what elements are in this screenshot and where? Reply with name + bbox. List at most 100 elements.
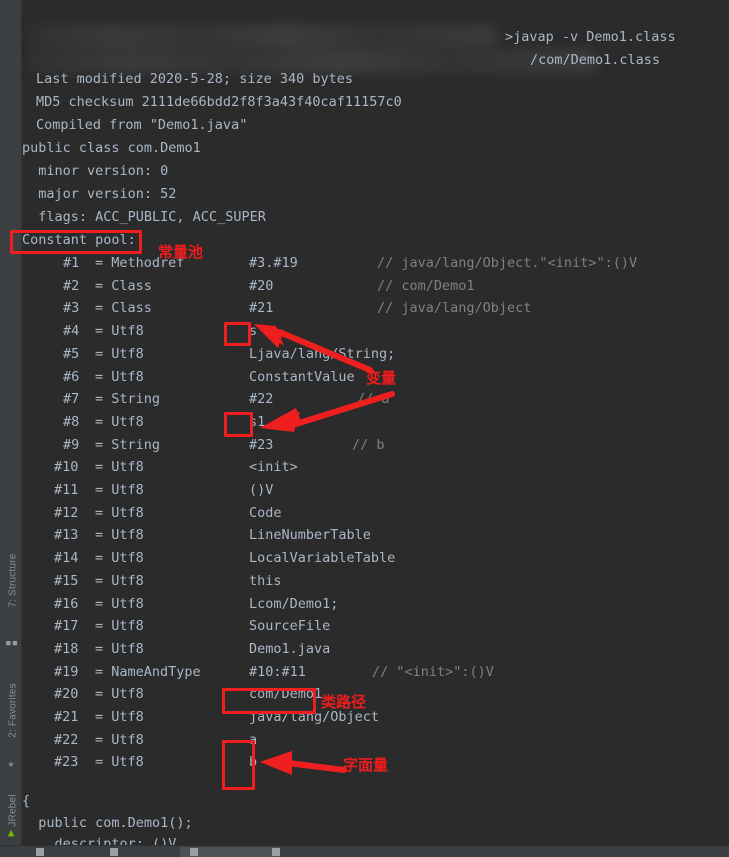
cp-index: #19 [54, 663, 79, 680]
cp-comment: // a [357, 391, 390, 408]
cp-value: #22 [249, 391, 274, 408]
header-constant-pool: Constant pool: [22, 232, 136, 248]
annotation-label-constant-pool: 常量池 [158, 243, 204, 261]
cp-index: #20 [54, 686, 79, 703]
cp-tag: = Utf8 [95, 482, 144, 498]
annotation-label-literal: 字面量 [343, 756, 389, 774]
cp-value: #23 [249, 436, 274, 453]
cp-tag: = Utf8 [95, 572, 144, 589]
cp-index: #17 [54, 618, 79, 635]
cp-tag: = Utf8 [95, 731, 144, 748]
cp-comment: // "<init>":()V [372, 663, 494, 680]
header-minor-version: minor version: 0 [22, 163, 169, 179]
cp-value: ConstantValue [249, 368, 355, 385]
sidebar-item-structure[interactable]: 7: Structure [8, 544, 19, 618]
cp-comment: // java/lang/Object [377, 300, 532, 317]
cp-index: #8 [63, 413, 80, 430]
status-bar [0, 845, 729, 857]
cp-tag: = Utf8 [95, 459, 144, 476]
header-class-decl: public class com.Demo1 [22, 140, 201, 156]
cp-value: Code [249, 504, 282, 521]
cp-tag: = Utf8 [95, 550, 144, 567]
cp-value: #20 [249, 277, 274, 294]
cp-tag: = Utf8 [95, 368, 144, 385]
header-flags: flags: ACC_PUBLIC, ACC_SUPER [22, 209, 266, 225]
cp-comment: // com/Demo1 [377, 277, 475, 294]
cp-tag: = Utf8 [95, 640, 144, 657]
cp-index: #2 [63, 277, 80, 294]
cp-index: #7 [63, 391, 80, 408]
cp-value: Lcom/Demo1; [249, 595, 339, 612]
footer-constructor: public com.Demo1(); [22, 815, 193, 831]
footer-descriptor: descriptor: ()V [22, 836, 177, 845]
footer-open-brace: { [22, 793, 31, 809]
cp-index: #5 [63, 345, 80, 362]
cp-tag: = Utf8 [95, 323, 144, 340]
cp-index: #9 [63, 436, 80, 453]
cp-value: this [249, 572, 282, 589]
cp-value: SourceFile [249, 618, 331, 635]
terminal-prompt-line: >javap -v Demo1.class [505, 29, 676, 45]
sidebar-item-favorites[interactable]: 2: Favorites [8, 674, 19, 748]
cp-tag: = Utf8 [95, 754, 144, 771]
cp-value: ()V [249, 482, 274, 498]
header-last-modified: Last modified 2020-5-28; size 340 bytes [36, 71, 353, 87]
cp-tag: = Utf8 [95, 504, 144, 521]
terminal-classfile-line: /com/Demo1.class [530, 52, 661, 68]
cp-tag: = Class [95, 300, 152, 317]
cp-tag: = NameAndType [95, 663, 201, 680]
header-compiled-from: Compiled from "Demo1.java" [36, 117, 248, 133]
cp-value: a [249, 731, 258, 748]
cp-tag: = Utf8 [95, 595, 144, 612]
cp-value: LocalVariableTable [249, 550, 396, 567]
cp-index: #10 [54, 459, 79, 476]
cp-tag: = Utf8 [95, 345, 144, 362]
cp-index: #21 [54, 709, 79, 725]
cp-index: #13 [54, 527, 79, 544]
cp-index: #3 [63, 300, 80, 317]
cp-index: #16 [54, 595, 79, 612]
cp-value: Ljava/lang/String; [249, 345, 396, 362]
cp-index: #6 [63, 368, 80, 385]
structure-icon: ▪▪ [5, 636, 19, 649]
jrebel-icon: ▲ [7, 826, 15, 839]
todo-tab-icon[interactable] [110, 848, 118, 856]
star-icon: ★ [7, 757, 15, 770]
cp-index: #23 [54, 754, 79, 771]
event-log-icon[interactable] [272, 848, 280, 856]
cp-tag: = Utf8 [95, 413, 144, 430]
cp-tag: = String [95, 436, 161, 453]
cp-tag: = String [95, 391, 161, 408]
cp-comment: // b [352, 436, 385, 453]
cp-index: #11 [54, 482, 79, 498]
cp-index: #12 [54, 504, 79, 521]
cp-value: s1 [249, 413, 266, 430]
cp-value: #10:#11 [249, 663, 306, 680]
cp-index: #4 [63, 323, 80, 340]
cp-tag: = Utf8 [95, 686, 144, 703]
cp-value: #3.#19 [249, 255, 298, 271]
cp-comment: // java/lang/Object."<init>":()V [377, 255, 638, 271]
cp-tag: = Utf8 [95, 527, 144, 544]
cp-value: com/Demo1 [249, 686, 323, 703]
cp-tag: = Class [95, 277, 152, 294]
cp-tag: = Utf8 [95, 618, 144, 635]
run-tab-icon[interactable] [190, 848, 198, 856]
cp-value: <init> [249, 459, 298, 476]
annotation-label-variable: 变量 [366, 369, 397, 387]
cp-value: #21 [249, 300, 274, 317]
cp-index: #14 [54, 550, 79, 567]
terminal-tab-icon[interactable] [36, 848, 44, 856]
cp-value: Demo1.java [249, 640, 331, 657]
cp-index: #18 [54, 640, 79, 657]
terminal-output[interactable]: >javap -v Demo1.class /com/Demo1.class L… [22, 0, 729, 845]
cp-index: #22 [54, 731, 79, 748]
cp-index: #1 [63, 255, 80, 271]
cp-index: #15 [54, 572, 79, 589]
cp-tag: = Utf8 [95, 709, 144, 725]
tool-window-strip: 7: Structure ▪▪ 2: Favorites ★ JRebel ▲ [0, 0, 22, 845]
annotation-label-class-path: 类路径 [321, 693, 367, 711]
cp-value: LineNumberTable [249, 527, 371, 544]
cp-value: b [249, 754, 258, 771]
header-md5: MD5 checksum 2111de66bdd2f8f3a43f40caf11… [36, 94, 402, 110]
